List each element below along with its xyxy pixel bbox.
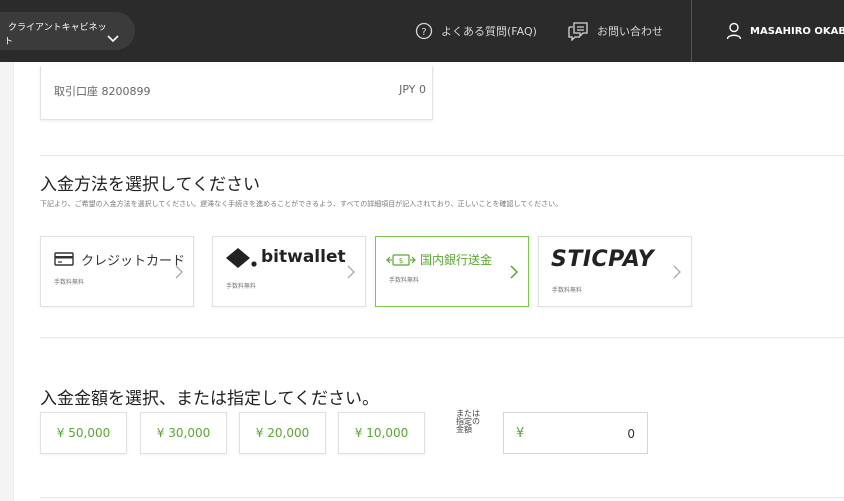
currency-symbol: ¥ [516, 426, 525, 441]
method-card-bank-transfer[interactable]: $ 国内銀行送金 手数料無料 [375, 236, 529, 307]
bitwallet-logo-icon [226, 248, 257, 268]
client-cabinet-label-cont: ト [4, 37, 14, 47]
method-label: 国内銀行送金 [420, 253, 493, 267]
method-section-title: 入金方法を選択してください [40, 175, 260, 195]
method-label: STICPAY [551, 247, 655, 272]
method-fee: 手数料無料 [226, 283, 257, 290]
chevron-down-icon [107, 35, 119, 43]
contact-link[interactable]: お問い合わせ [567, 0, 663, 62]
account-name: 取引口座 8200899 [54, 85, 151, 98]
method-card-sticpay[interactable]: STICPAY 手数料無料 [538, 236, 692, 307]
client-cabinet-label: クライアントキャビネッ [8, 23, 107, 33]
top-header: クライアントキャビネッ ト ? よくある質問(FAQ) お問い合わせ MASAH… [0, 0, 844, 62]
amount-preset-30000[interactable]: ¥ 30,000 [140, 412, 227, 454]
question-circle-icon: ? [415, 22, 433, 40]
chat-bubble-icon [568, 22, 588, 41]
section-divider [40, 497, 844, 498]
chevron-right-icon [673, 265, 681, 279]
method-fee: 手数料無料 [552, 287, 583, 294]
contact-label: お問い合わせ [597, 25, 663, 38]
amount-preset-20000[interactable]: ¥ 20,000 [239, 412, 326, 454]
trading-account-card[interactable]: 取引口座 8200899 JPY 0 [40, 66, 433, 120]
amount-section-title: 入金金額を選択、または指定してください。 [40, 389, 379, 409]
left-rail [0, 62, 14, 501]
credit-card-icon [54, 252, 74, 266]
money-transfer-icon: $ [386, 254, 416, 266]
faq-label: よくある質問(FAQ) [441, 25, 537, 38]
method-fee: 手数料無料 [389, 277, 420, 284]
custom-amount-input[interactable]: ¥ 0 [503, 412, 648, 454]
chevron-right-icon [175, 265, 183, 279]
amount-preset-10000[interactable]: ¥ 10,000 [338, 412, 425, 454]
client-cabinet-menu[interactable]: クライアントキャビネッ ト [0, 12, 135, 50]
method-label: bitwallet [261, 247, 346, 267]
user-icon [726, 22, 742, 40]
svg-text:?: ? [421, 27, 426, 38]
method-section-description: 下記より、ご希望の入金方法を選択してください。遅滞なく手続きを進めることができる… [40, 200, 563, 208]
section-divider [40, 155, 844, 156]
method-label: クレジットカード [81, 254, 186, 269]
section-divider [40, 337, 844, 338]
user-name: MASAHIRO OKABE [750, 25, 844, 37]
amount-preset-50000[interactable]: ¥ 50,000 [40, 412, 127, 454]
chevron-right-icon [510, 265, 518, 279]
custom-amount-label: または指定の金額 [456, 409, 480, 434]
method-card-bitwallet[interactable]: bitwallet 手数料無料 [212, 236, 366, 307]
account-balance: JPY 0 [399, 83, 426, 96]
faq-link[interactable]: ? よくある質問(FAQ) [415, 0, 537, 62]
amount-value: 0 [627, 427, 635, 441]
svg-text:$: $ [399, 257, 403, 265]
chevron-right-icon [347, 265, 355, 279]
method-fee: 手数料無料 [54, 279, 85, 286]
user-menu[interactable]: MASAHIRO OKABE [726, 0, 844, 62]
method-card-credit-card[interactable]: クレジットカード 手数料無料 [40, 236, 194, 307]
header-divider [691, 0, 692, 62]
